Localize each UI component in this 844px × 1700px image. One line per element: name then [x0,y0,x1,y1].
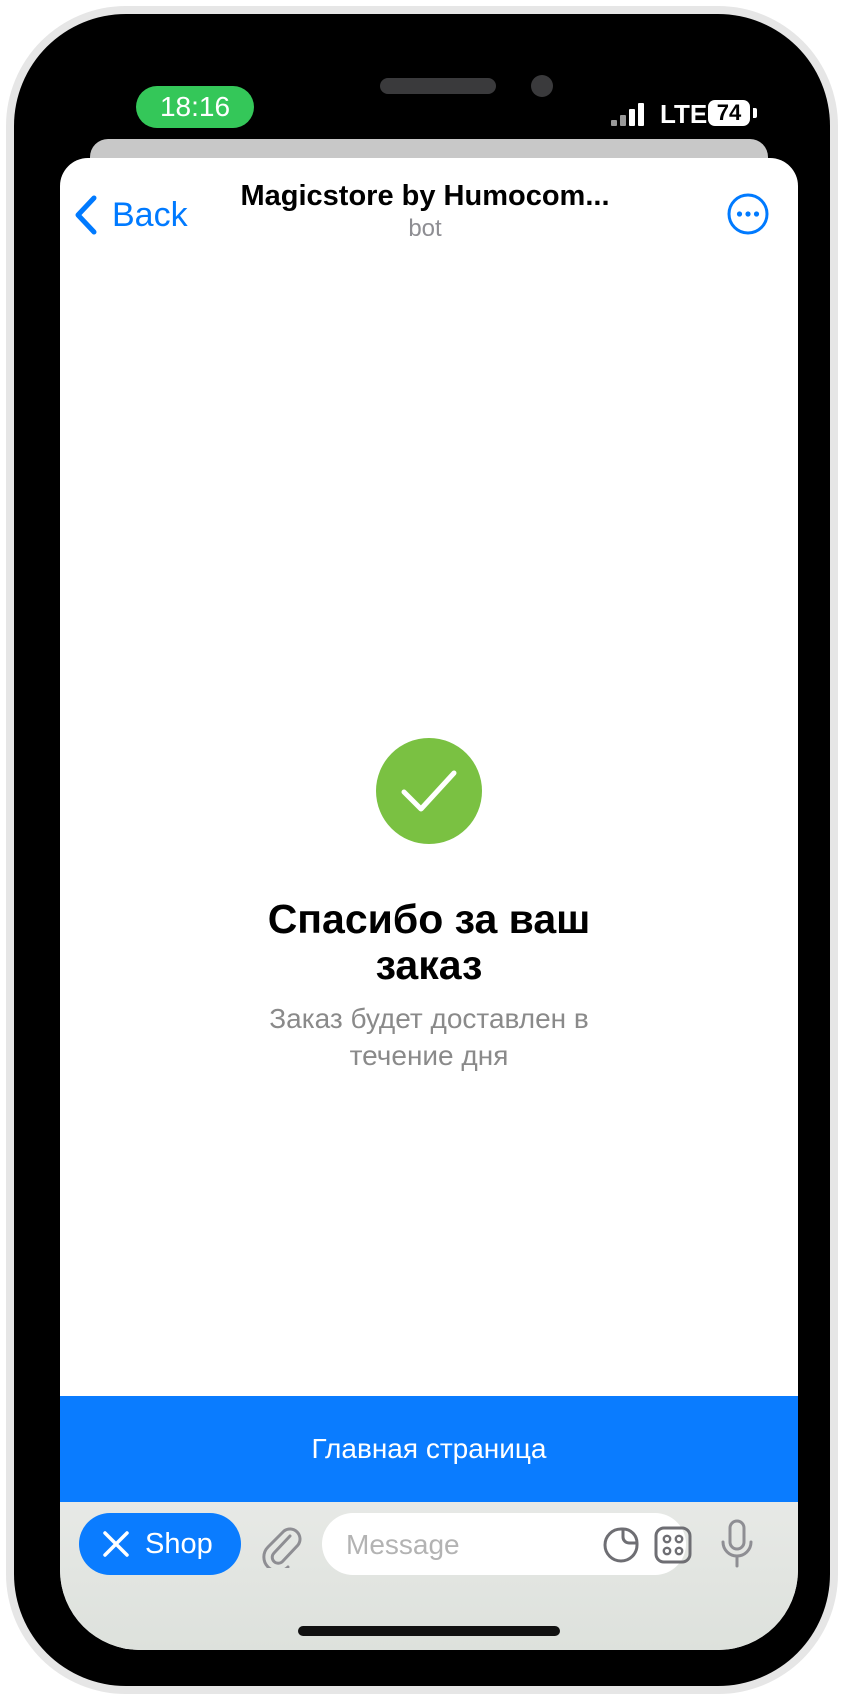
success-check-icon [376,738,482,844]
chat-title: Magicstore by Humocom... [240,180,610,212]
title-block: Magicstore by Humocom... bot [190,180,660,243]
message-placeholder: Message [346,1529,460,1560]
more-options-icon[interactable] [726,192,770,236]
status-time: 18:16 [136,86,254,128]
battery-icon: 74 [708,100,750,126]
shop-button[interactable]: Shop [79,1513,241,1575]
signal-icon [611,102,645,126]
thank-you-title: Спасибо за ваш заказ [267,896,591,988]
header: Back Magicstore by Humocom... bot [60,158,798,254]
front-camera [531,75,553,97]
back-label: Back [112,195,188,234]
delivery-note: Заказ будет доставлен в течение дня [269,1003,589,1071]
microphone-icon[interactable] [720,1518,754,1570]
message-input[interactable]: Message [322,1513,692,1575]
chat-subtitle: bot [408,215,442,242]
mini-app-screen: Back Magicstore by Humocom... bot Спасиб… [60,158,798,1650]
close-icon [103,1531,129,1557]
content-area: Спасибо за ваш заказ Заказ будет доставл… [60,254,798,1394]
message-input-bar: Shop Message [60,1502,798,1650]
back-button[interactable]: Back [72,192,188,238]
chevron-left-icon [75,195,97,235]
network-type: LTE [660,99,708,129]
sticker-icon[interactable] [602,1526,640,1564]
battery-tip [753,108,757,118]
speaker-grille [380,78,496,94]
attach-icon[interactable] [260,1522,304,1568]
battery-level: 74 [716,100,742,125]
home-indicator [298,1626,560,1636]
home-page-button[interactable]: Главная страница [60,1396,798,1502]
shop-label: Shop [145,1527,213,1560]
bot-menu-icon[interactable] [653,1525,693,1565]
